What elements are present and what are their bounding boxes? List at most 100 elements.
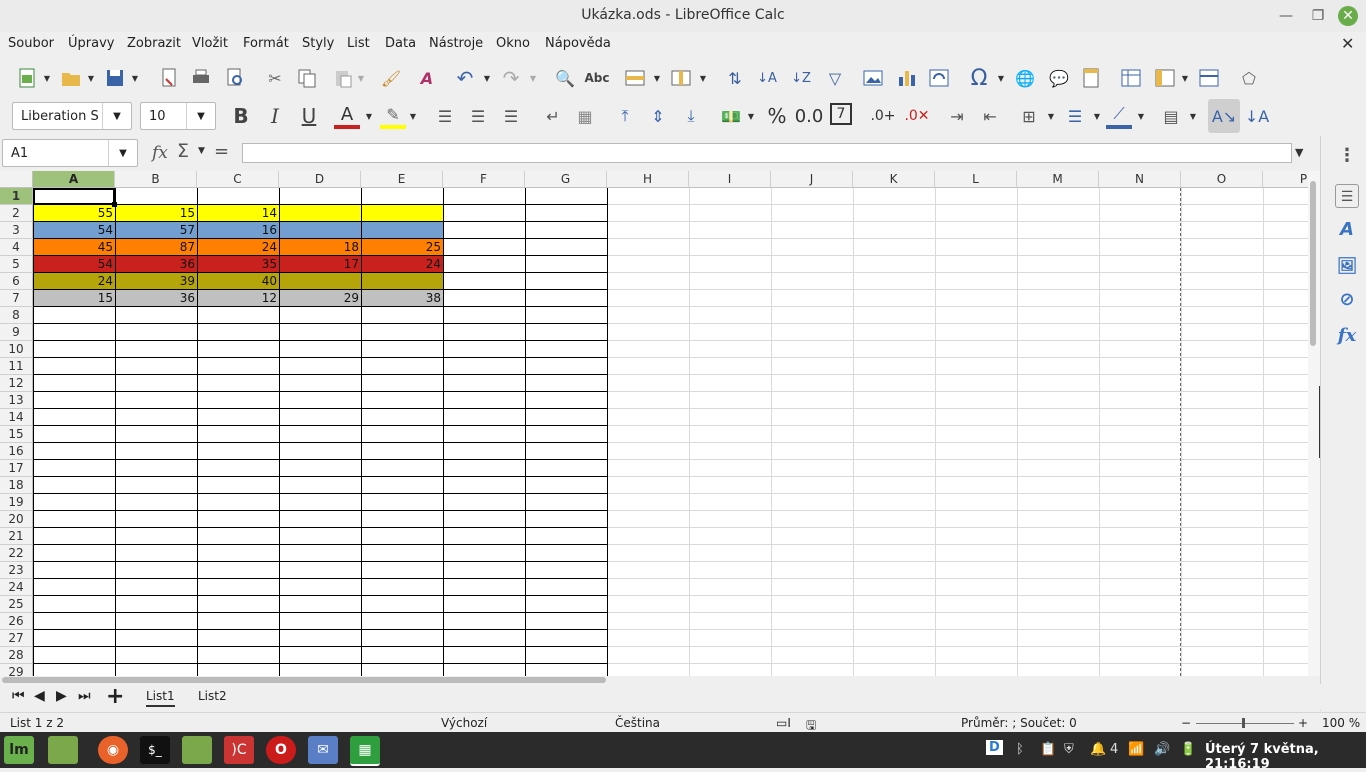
- sort-ascending-icon[interactable]: ↓A: [754, 65, 780, 91]
- new-document-icon[interactable]: [14, 65, 40, 91]
- font-color-dropdown-icon[interactable]: ▼: [364, 103, 374, 129]
- menu-format[interactable]: Formát: [243, 36, 289, 51]
- text-direction-ltr-icon[interactable]: A↘: [1208, 99, 1240, 133]
- row-header[interactable]: 28: [0, 647, 33, 664]
- shield-icon[interactable]: ⛨: [1064, 742, 1074, 757]
- decrease-indent-icon[interactable]: ⇤: [977, 103, 1003, 129]
- font-color-icon[interactable]: A: [334, 103, 360, 129]
- row-header[interactable]: 4: [0, 239, 33, 256]
- table-cell[interactable]: 12: [197, 290, 279, 307]
- row-header[interactable]: 21: [0, 528, 33, 545]
- row-dropdown-icon[interactable]: ▼: [652, 65, 662, 91]
- autofill-handle[interactable]: [112, 202, 117, 207]
- next-sheet-icon[interactable]: ▶: [56, 688, 67, 704]
- zoom-level[interactable]: 100 %: [1322, 716, 1360, 730]
- open-dropdown-icon[interactable]: ▼: [86, 65, 96, 91]
- new-dropdown-icon[interactable]: ▼: [42, 65, 52, 91]
- last-sheet-icon[interactable]: ⏭: [78, 688, 91, 704]
- sidebar-menu-icon[interactable]: ⋮: [1335, 144, 1359, 168]
- row-header[interactable]: 16: [0, 443, 33, 460]
- percent-format-icon[interactable]: %: [764, 103, 790, 129]
- mail-icon[interactable]: ✉: [308, 736, 338, 764]
- split-window-icon[interactable]: [1196, 65, 1222, 91]
- menu-data[interactable]: Data: [385, 36, 416, 51]
- borders-dropdown-icon[interactable]: ▼: [1046, 103, 1056, 129]
- undo-icon[interactable]: ↶: [452, 65, 478, 91]
- vertical-scroll-thumb[interactable]: [1310, 181, 1316, 346]
- add-decimal-icon[interactable]: .0+: [870, 103, 896, 129]
- currency-format-icon[interactable]: 💵: [718, 103, 744, 129]
- clipboard-icon[interactable]: 📋: [1040, 742, 1056, 757]
- column-header[interactable]: A: [33, 171, 115, 188]
- row-header[interactable]: 2: [0, 205, 33, 222]
- align-left-icon[interactable]: ☰: [432, 103, 458, 129]
- row-header[interactable]: 19: [0, 494, 33, 511]
- table-cell[interactable]: 25: [361, 239, 443, 256]
- spelling-icon[interactable]: Abc: [584, 65, 610, 91]
- bold-icon[interactable]: B: [228, 103, 254, 129]
- table-cell[interactable]: [361, 222, 443, 239]
- sheet-tab-list1[interactable]: List1: [146, 689, 175, 707]
- column-header[interactable]: K: [853, 171, 935, 188]
- selection-mode-icon[interactable]: ▭I: [776, 716, 791, 730]
- cut-icon[interactable]: ✂: [262, 65, 288, 91]
- align-center-icon[interactable]: ☰: [465, 103, 491, 129]
- show-draw-functions-icon[interactable]: ⬠: [1236, 65, 1262, 91]
- currency-dropdown-icon[interactable]: ▼: [746, 103, 756, 129]
- firefox-icon[interactable]: ◉: [98, 736, 128, 764]
- previous-sheet-icon[interactable]: ◀: [34, 688, 45, 704]
- row-header[interactable]: 20: [0, 511, 33, 528]
- row-header[interactable]: 13: [0, 392, 33, 409]
- merge-cells-icon[interactable]: ▦: [572, 103, 598, 129]
- column-icon[interactable]: [668, 65, 694, 91]
- volume-icon[interactable]: 🔊: [1154, 742, 1170, 757]
- table-cell[interactable]: 35: [197, 256, 279, 273]
- row-header[interactable]: 12: [0, 375, 33, 392]
- redo-dropdown-icon[interactable]: ▼: [528, 65, 538, 91]
- clear-formatting-icon[interactable]: A: [414, 65, 440, 91]
- column-header[interactable]: P: [1263, 171, 1308, 188]
- zoom-in-icon[interactable]: +: [1298, 716, 1308, 730]
- column-header[interactable]: C: [197, 171, 279, 188]
- menu-view[interactable]: Zobrazit: [127, 36, 181, 51]
- sort-icon[interactable]: ⇅: [722, 65, 748, 91]
- column-header[interactable]: H: [607, 171, 689, 188]
- row-header[interactable]: 27: [0, 630, 33, 647]
- copy-icon[interactable]: [294, 65, 320, 91]
- menu-insert[interactable]: Vložit: [192, 36, 228, 51]
- name-box[interactable]: A1 ▼: [2, 139, 138, 167]
- special-character-icon[interactable]: Ω: [966, 65, 992, 91]
- table-cell[interactable]: 24: [33, 273, 115, 290]
- menu-sheet[interactable]: List: [347, 36, 370, 51]
- align-bottom-icon[interactable]: ⤓: [678, 103, 704, 129]
- table-cell[interactable]: 36: [115, 290, 197, 307]
- column-header[interactable]: N: [1099, 171, 1181, 188]
- dictionary-tray-icon[interactable]: D: [986, 740, 1003, 755]
- table-cell[interactable]: 57: [115, 222, 197, 239]
- table-cell[interactable]: 87: [115, 239, 197, 256]
- hyperlink-icon[interactable]: 🌐: [1012, 65, 1038, 91]
- formula-icon[interactable]: =: [214, 141, 229, 162]
- highlight-color-icon[interactable]: ✎: [380, 103, 406, 129]
- table-cell[interactable]: 15: [33, 290, 115, 307]
- align-top-icon[interactable]: ⤒: [612, 103, 638, 129]
- spreadsheet-grid[interactable]: A B C D E F G H I J K L M N O P 1 2 3 4 5 6 7 8 9 10 11 12 13 14 15 16 1…: [0, 171, 1308, 676]
- active-cell-cursor[interactable]: [33, 188, 115, 205]
- sum-dropdown-icon[interactable]: ▼: [198, 146, 205, 156]
- print-preview-icon[interactable]: [222, 65, 248, 91]
- navigator-icon[interactable]: ⊘: [1335, 288, 1359, 312]
- maximize-button[interactable]: ❐: [1308, 6, 1328, 26]
- table-cell[interactable]: [361, 205, 443, 222]
- paste-icon[interactable]: [330, 65, 356, 91]
- opera-icon[interactable]: O: [266, 736, 296, 764]
- conditional-format-icon[interactable]: ▤: [1158, 103, 1184, 129]
- table-cell[interactable]: 15: [115, 205, 197, 222]
- function-wizard-icon[interactable]: fx: [152, 143, 168, 163]
- first-sheet-icon[interactable]: ⏮: [12, 688, 25, 704]
- zoom-slider-knob[interactable]: [1242, 718, 1245, 728]
- column-header[interactable]: E: [361, 171, 443, 188]
- font-name-combo[interactable]: Liberation S ▼: [12, 102, 132, 130]
- border-style-dropdown-icon[interactable]: ▼: [1092, 103, 1102, 129]
- underline-icon[interactable]: U: [296, 103, 322, 129]
- bluetooth-icon[interactable]: ᛒ: [1016, 742, 1024, 757]
